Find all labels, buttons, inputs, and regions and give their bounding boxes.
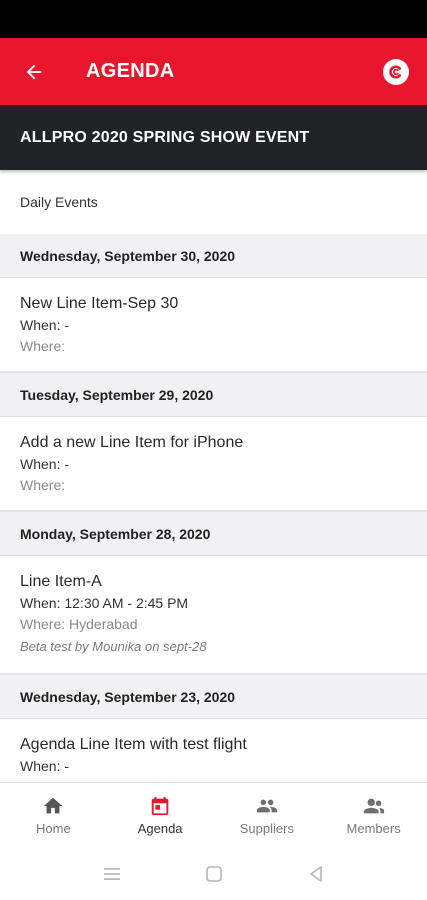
day-header: Wednesday, September 30, 2020 (0, 234, 427, 278)
event-name: ALLPRO 2020 SPRING SHOW EVENT (20, 128, 310, 146)
home-icon (44, 797, 63, 814)
triangle-back-icon (309, 866, 322, 882)
arrow-left-icon (26, 64, 42, 79)
agenda-item-name: Agenda Line Item with test flight (20, 736, 247, 753)
event-title-bar: ALLPRO 2020 SPRING SHOW EVENT (0, 105, 427, 170)
system-nav-bar (0, 848, 427, 900)
bottom-nav: Home Agenda Suppliers Members (0, 782, 427, 848)
menu-lines-icon (103, 868, 120, 880)
brand-logo-button[interactable] (383, 58, 409, 85)
back-system-button[interactable] (265, 865, 367, 883)
agenda-item-when: When: - (20, 317, 70, 333)
nav-members-label: Members (346, 821, 401, 836)
nav-home[interactable]: Home (0, 783, 107, 848)
agenda-item-where: Where: (20, 477, 66, 493)
section-label: Daily Events (20, 194, 98, 210)
agenda-item[interactable]: New Line Item-Sep 30 When: - Where: (0, 278, 427, 373)
agenda-item-when: When: - (20, 456, 70, 472)
brand-logo-icon (389, 65, 402, 78)
agenda-item[interactable]: Line Item-A When: 12:30 AM - 2:45 PM Whe… (0, 556, 427, 675)
day-header: Tuesday, September 29, 2020 (0, 373, 427, 417)
agenda-item[interactable]: Agenda Line Item with test flight When: … (0, 719, 427, 782)
agenda-item-name: Line Item-A (20, 573, 102, 590)
back-button[interactable] (20, 58, 48, 86)
nav-agenda-label: Agenda (137, 821, 183, 836)
nav-home-label: Home (36, 821, 71, 836)
nav-agenda[interactable]: Agenda (107, 783, 214, 848)
people-icon (256, 799, 277, 813)
day-header: Monday, September 28, 2020 (0, 512, 427, 556)
home-system-button[interactable] (163, 865, 265, 883)
nav-members[interactable]: Members (320, 783, 427, 848)
agenda-item-when: When: - (20, 758, 70, 774)
agenda-item-where: Where: Hyderabad (20, 616, 138, 632)
calendar-icon (151, 796, 169, 816)
agenda-item-when: When: 12:30 AM - 2:45 PM (20, 595, 189, 611)
members-icon (363, 798, 384, 814)
agenda-item[interactable]: Add a new Line Item for iPhone When: - W… (0, 417, 427, 512)
recents-button[interactable] (61, 866, 163, 882)
agenda-item-name: Add a new Line Item for iPhone (20, 434, 244, 451)
page-title: AGENDA (86, 60, 175, 82)
nav-suppliers-label: Suppliers (239, 821, 294, 836)
square-icon (205, 866, 222, 882)
agenda-item-name: New Line Item-Sep 30 (20, 295, 179, 312)
app-bar: AGENDA (0, 38, 427, 105)
agenda-list[interactable]: Daily Events Wednesday, September 30, 20… (0, 170, 427, 782)
agenda-item-where: Where: (20, 338, 66, 354)
nav-suppliers[interactable]: Suppliers (214, 783, 321, 848)
day-header: Wednesday, September 23, 2020 (0, 675, 427, 719)
agenda-item-note: Beta test by Mounika on sept-28 (20, 639, 207, 654)
status-bar (0, 0, 427, 38)
